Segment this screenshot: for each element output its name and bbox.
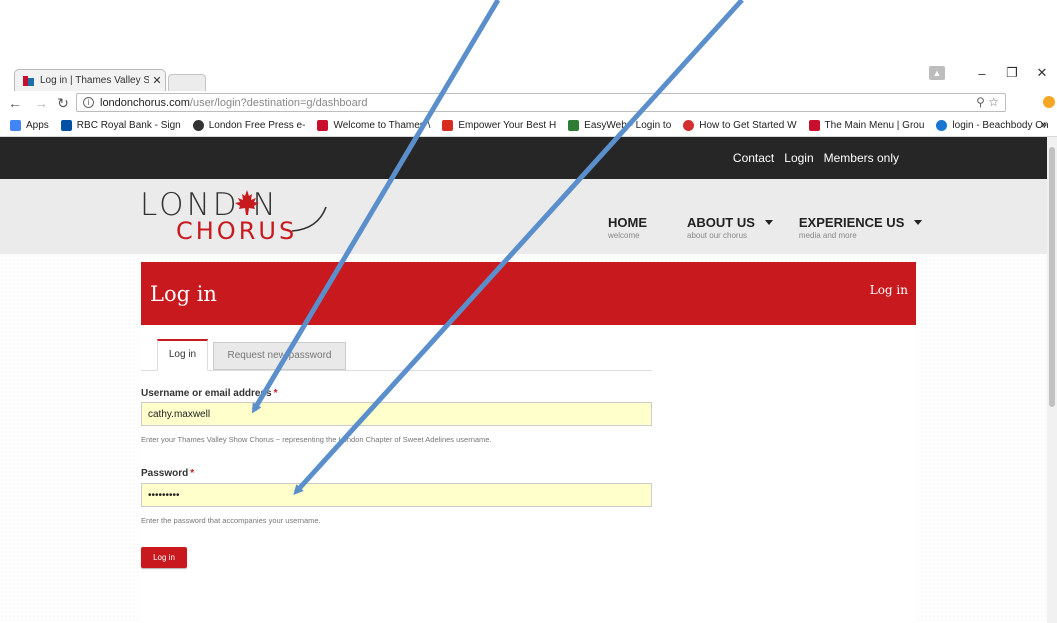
breadcrumb[interactable]: Log in <box>870 283 908 297</box>
bookmark-label: RBC Royal Bank - Sign <box>76 120 181 131</box>
bookmark-label: Welcome to Thames \ <box>333 120 431 131</box>
extension-icon[interactable] <box>1043 96 1055 108</box>
contact-link[interactable]: Contact <box>733 151 774 165</box>
getstarted-favicon-icon <box>683 120 695 131</box>
browser-tab-title: Log in | Thames Valley Sh <box>40 75 149 86</box>
username-label: Username or email address * <box>141 388 278 399</box>
thames-favicon-icon <box>317 120 329 131</box>
bookmark-label: Apps <box>26 120 49 131</box>
bookmark-label: How to Get Started W <box>699 120 797 131</box>
log-in-button[interactable]: Log in <box>141 547 187 568</box>
bookmarks-bar: Apps RBC Royal Bank - Sign London Free P… <box>0 115 1057 137</box>
nav-label: EXPERIENCE US <box>798 215 905 230</box>
nav-label: ABOUT US <box>687 215 755 230</box>
nav-about-us[interactable]: ABOUT US about our chorus <box>687 215 773 240</box>
username-label-text: Username or email address <box>141 388 272 399</box>
url-host: londonchorus.com <box>100 96 190 109</box>
scrollbar-thumb[interactable] <box>1049 147 1055 407</box>
bookmark-item[interactable]: EasyWeb - Login to <box>568 120 671 131</box>
chevron-down-icon <box>764 220 773 225</box>
beachbody-favicon-icon <box>936 120 948 131</box>
logo-wordmark-chorus: CHORUS <box>176 217 298 245</box>
bookmark-item[interactable]: Empower Your Best H <box>442 120 556 131</box>
mainmenu-favicon-icon <box>808 120 820 131</box>
bookmark-star-icon[interactable]: ⚲ ☆ <box>976 95 999 109</box>
browser-tab-active[interactable]: Log in | Thames Valley Sh ✕ <box>14 69 166 91</box>
bookmark-item[interactable]: London Free Press e- <box>192 120 306 131</box>
bookmark-item[interactable]: login - Beachbody On <box>936 120 1049 131</box>
new-tab-button[interactable] <box>168 74 206 91</box>
address-bar[interactable]: i londonchorus.com/user/login?destinatio… <box>76 93 1006 112</box>
logo-swoosh-icon <box>291 206 327 232</box>
utility-bar: Contact Login Members only <box>0 137 1047 179</box>
bookmark-item[interactable]: RBC Royal Bank - Sign <box>60 120 181 131</box>
bookmark-label: EasyWeb - Login to <box>584 120 672 131</box>
password-label-text: Password <box>141 468 189 479</box>
required-marker: * <box>190 468 195 479</box>
site-header: LOND N CHORUS HOME welcome ABOUT US abou… <box>0 179 1047 254</box>
nav-sublabel: welcome <box>608 231 640 240</box>
bookmark-item[interactable]: Apps <box>10 120 49 131</box>
page-title: Log in <box>150 282 217 306</box>
rbc-favicon-icon <box>60 120 72 131</box>
empower-favicon-icon <box>442 120 454 131</box>
login-tabs: Log in Request new password <box>141 339 652 371</box>
bookmark-label: Empower Your Best H <box>458 120 557 131</box>
restore-icon[interactable]: ❐ <box>997 65 1027 81</box>
bookmark-item[interactable]: The Main Menu | Grou <box>808 120 925 131</box>
bookmark-item[interactable]: Welcome to Thames \ <box>317 120 430 131</box>
profile-icon[interactable]: ▲ <box>929 66 945 80</box>
nav-home[interactable]: HOME welcome <box>608 215 647 240</box>
minimize-icon[interactable]: – <box>967 66 997 81</box>
vertical-scrollbar[interactable] <box>1047 137 1057 623</box>
more-bookmarks-button[interactable]: » <box>1041 119 1047 131</box>
bookmark-label: London Free Press e- <box>208 120 306 131</box>
browser-tab-strip: Log in | Thames Valley Sh ✕ ▲ – ❐ ✕ <box>0 62 1057 91</box>
login-link[interactable]: Login <box>784 151 813 165</box>
lfp-favicon-icon <box>192 120 204 131</box>
apps-grid-icon <box>10 120 21 131</box>
window-close-icon[interactable]: ✕ <box>1027 65 1057 81</box>
tab-request-new-password[interactable]: Request new password <box>213 342 346 370</box>
back-arrow-icon[interactable]: ← <box>8 94 22 112</box>
bookmark-label: The Main Menu | Grou <box>824 120 925 131</box>
bookmark-item[interactable]: How to Get Started W <box>683 120 797 131</box>
password-field[interactable]: ••••••••• <box>141 483 652 507</box>
page-title-banner: Log in Log in <box>141 262 916 325</box>
site-favicon-icon <box>23 75 35 86</box>
nav-sublabel: media and more <box>798 231 857 240</box>
close-icon[interactable]: ✕ <box>149 74 165 87</box>
main-navigation: HOME welcome ABOUT US about our chorus E… <box>608 215 923 240</box>
nav-label: HOME <box>608 215 647 230</box>
username-field[interactable]: cathy.maxwell <box>141 402 652 426</box>
info-icon[interactable]: i <box>83 97 94 108</box>
nav-experience-us[interactable]: EXPERIENCE US media and more <box>798 215 923 240</box>
login-form-container: Log in Request new password Username or … <box>141 325 916 623</box>
reload-icon[interactable]: ↻ <box>56 94 70 112</box>
window-controls: ▲ – ❐ ✕ <box>929 62 1057 84</box>
td-favicon-icon <box>568 120 580 131</box>
required-marker: * <box>273 388 278 399</box>
forward-arrow-icon[interactable]: → <box>34 94 48 112</box>
bookmark-label: login - Beachbody On <box>952 120 1049 131</box>
url-path: /user/login?destination=g/dashboard <box>189 96 368 109</box>
web-page: Contact Login Members only LOND N CHORUS… <box>0 137 1047 623</box>
username-description: Enter your Thames Valley Show Chorus ~ r… <box>141 435 492 444</box>
site-logo[interactable]: LOND N CHORUS <box>140 187 330 247</box>
password-label: Password * <box>141 468 194 479</box>
maple-leaf-icon <box>235 190 259 215</box>
chevron-down-icon <box>914 220 923 225</box>
tab-log-in[interactable]: Log in <box>157 339 208 371</box>
nav-sublabel: about our chorus <box>687 231 748 240</box>
utility-nav: Contact Login Members only <box>733 137 899 179</box>
password-description: Enter the password that accompanies your… <box>141 516 321 525</box>
browser-toolbar: ← → ↻ i londonchorus.com/user/login?dest… <box>0 91 1057 115</box>
members-only-link[interactable]: Members only <box>824 151 899 165</box>
